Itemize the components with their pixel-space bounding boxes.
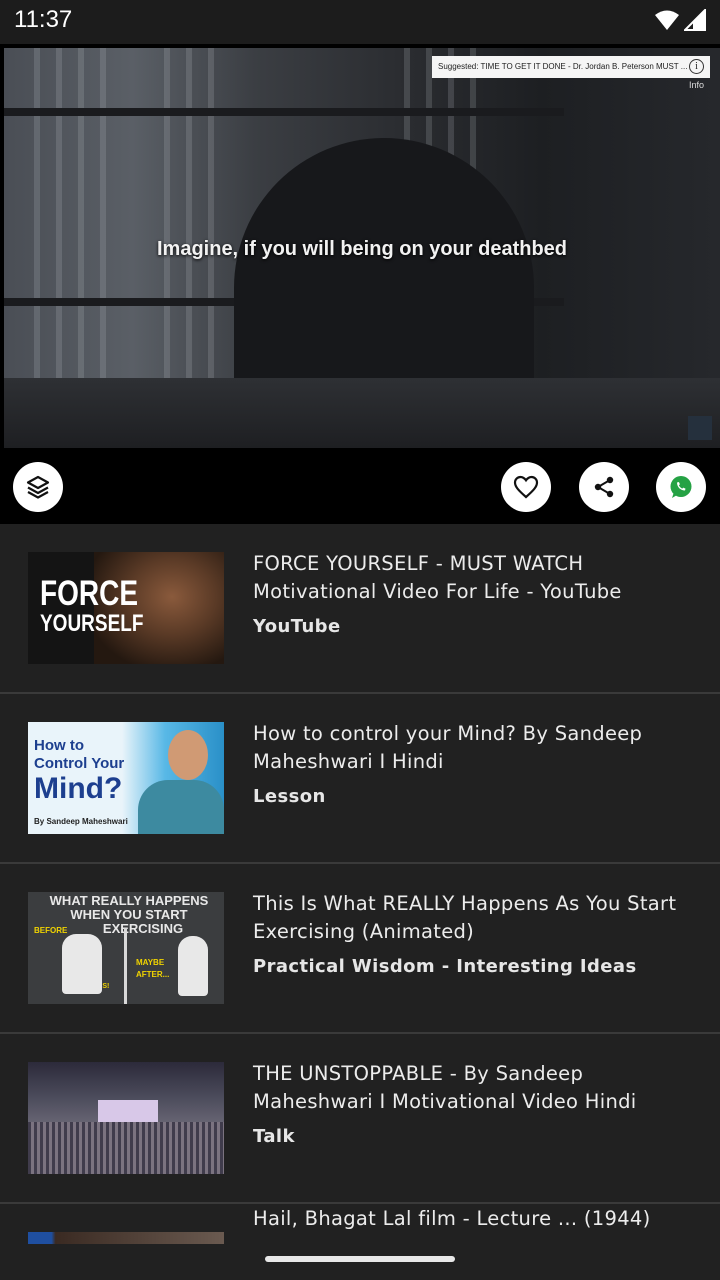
video-list: FORCE YOURSELF FORCE YOURSELF - MUST WAT…: [0, 524, 720, 1244]
video-source: YouTube: [253, 616, 341, 637]
whatsapp-share-button[interactable]: [656, 462, 706, 512]
wifi-icon: [655, 10, 679, 30]
list-item[interactable]: How to Control Your Mind? By Sandeep Mah…: [0, 694, 720, 864]
channel-watermark-logo: [688, 416, 712, 440]
whatsapp-icon: [670, 476, 692, 498]
list-item[interactable]: THE UNSTOPPABLE - By Sandeep Maheshwari …: [0, 1034, 720, 1204]
status-time: 11:37: [14, 6, 73, 33]
video-title[interactable]: Hail, Bhagat Lal film - Lecture ... (194…: [253, 1205, 703, 1233]
layers-icon: [26, 475, 50, 499]
status-icons: [654, 9, 706, 31]
list-item[interactable]: FORCE YOURSELF FORCE YOURSELF - MUST WAT…: [0, 524, 720, 694]
video-thumbnail[interactable]: [28, 1062, 224, 1174]
video-title[interactable]: How to control your Mind? By Sandeep Mah…: [253, 720, 703, 776]
share-button[interactable]: [579, 462, 629, 512]
video-thumbnail[interactable]: WHAT REALLY HAPPENS WHEN YOU START EXERC…: [28, 892, 224, 1004]
info-label[interactable]: Info: [689, 80, 704, 90]
video-title[interactable]: This Is What REALLY Happens As You Start…: [253, 890, 703, 946]
video-subtitle: Imagine, if you will being on your death…: [156, 238, 568, 260]
suggested-video-banner[interactable]: Suggested: TIME TO GET IT DONE - Dr. Jor…: [432, 56, 710, 78]
layers-button[interactable]: [13, 462, 63, 512]
favorite-button[interactable]: [501, 462, 551, 512]
video-frame[interactable]: Imagine, if you will being on your death…: [4, 48, 720, 448]
gesture-nav-handle[interactable]: [265, 1256, 455, 1262]
video-thumbnail[interactable]: [28, 1232, 224, 1244]
video-title[interactable]: THE UNSTOPPABLE - By Sandeep Maheshwari …: [253, 1060, 703, 1116]
info-icon[interactable]: i: [689, 59, 704, 74]
suggested-video-text: Suggested: TIME TO GET IT DONE - Dr. Jor…: [438, 62, 688, 71]
status-bar: 11:37: [0, 0, 720, 44]
heart-icon: [513, 475, 539, 499]
video-thumbnail[interactable]: FORCE YOURSELF: [28, 552, 224, 664]
video-source: Lesson: [253, 786, 326, 807]
video-source: Talk: [253, 1126, 295, 1147]
list-item[interactable]: WHAT REALLY HAPPENS WHEN YOU START EXERC…: [0, 864, 720, 1034]
list-item[interactable]: Hail, Bhagat Lal film - Lecture ... (194…: [0, 1204, 720, 1244]
video-title[interactable]: FORCE YOURSELF - MUST WATCH Motivational…: [253, 550, 703, 606]
video-player[interactable]: Imagine, if you will being on your death…: [0, 44, 720, 524]
cell-signal-icon: [684, 9, 706, 31]
video-thumbnail[interactable]: How to Control Your Mind? By Sandeep Mah…: [28, 722, 224, 834]
share-icon: [594, 476, 614, 498]
video-source: Practical Wisdom - Interesting Ideas: [253, 956, 637, 977]
